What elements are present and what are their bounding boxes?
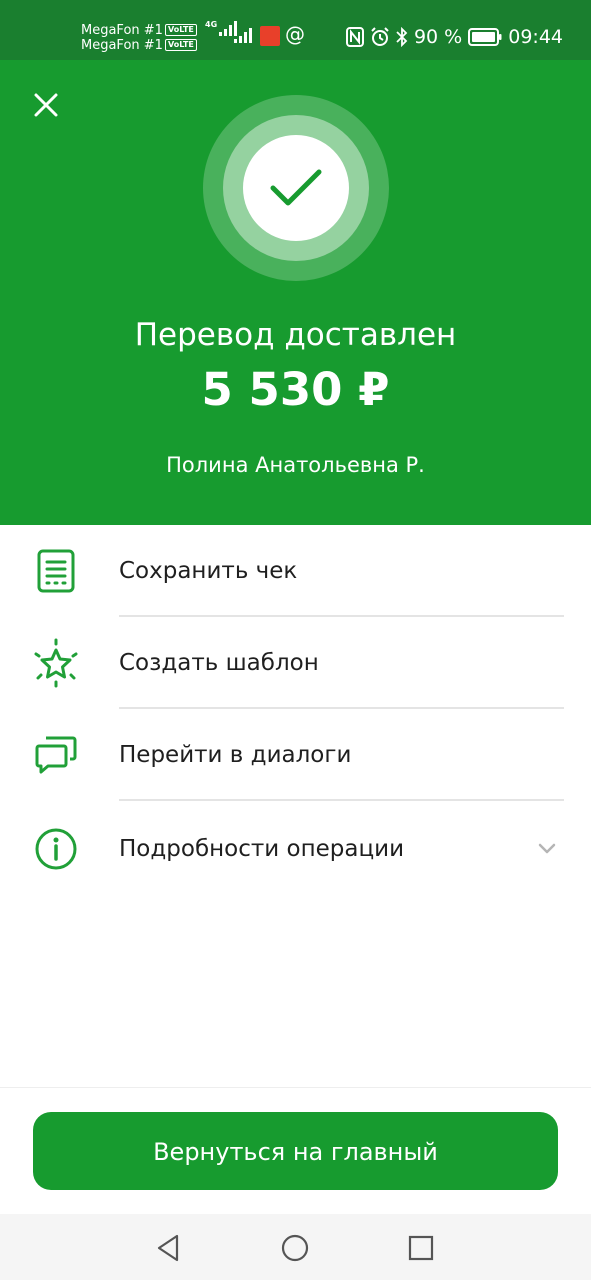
carrier-label-1: MegaFon #1 VoLTE 4G xyxy=(81,19,239,39)
save-receipt-action[interactable]: Сохранить чек xyxy=(0,525,591,617)
system-navigation-bar xyxy=(0,1214,591,1280)
action-label: Подробности операции xyxy=(119,836,405,862)
nfc-icon xyxy=(345,27,364,47)
bluetooth-icon xyxy=(396,27,408,47)
clock: 09:44 xyxy=(508,26,563,48)
recipient-name: Полина Анатольевна Р. xyxy=(166,453,425,477)
operation-details-action[interactable]: Подробности операции xyxy=(0,803,591,895)
transfer-amount: 5 530 ₽ xyxy=(201,363,390,416)
svg-text:4G: 4G xyxy=(205,20,217,29)
action-label: Сохранить чек xyxy=(119,558,298,584)
carrier-name: MegaFon #1 xyxy=(81,23,163,38)
chevron-down-icon[interactable] xyxy=(537,839,557,859)
action-label: Перейти в диалоги xyxy=(119,742,352,768)
success-header: Перевод доставлен 5 530 ₽ Полина Анатоль… xyxy=(0,60,591,525)
carrier-name: MegaFon #1 xyxy=(81,38,163,53)
volte-badge: VoLTE xyxy=(164,24,197,36)
app-notification-icon xyxy=(260,26,280,46)
carrier-label-2: MegaFon #1 VoLTE xyxy=(81,38,197,54)
at-icon: @ xyxy=(285,22,305,46)
create-template-action[interactable]: Создать шаблон xyxy=(0,617,591,709)
battery-percent: 90 % xyxy=(413,26,463,48)
receipt-icon xyxy=(31,546,81,596)
success-badge xyxy=(203,95,389,281)
bottom-separator xyxy=(0,1087,591,1088)
back-to-main-button[interactable]: Вернуться на главный xyxy=(33,1112,558,1190)
signal-icon-2 xyxy=(234,28,252,43)
volte-badge: VoLTE xyxy=(164,39,197,51)
alarm-icon xyxy=(371,27,389,46)
success-badge-ring xyxy=(223,115,369,261)
info-icon xyxy=(31,824,81,874)
divider xyxy=(119,799,564,801)
success-badge-core xyxy=(243,135,349,241)
home-nav-icon[interactable] xyxy=(279,1232,311,1264)
transfer-status-title: Перевод доставлен xyxy=(134,317,457,353)
status-right: 90 % 09:44 xyxy=(345,24,563,50)
back-nav-icon[interactable] xyxy=(153,1232,185,1264)
chat-bubbles-icon xyxy=(31,730,81,780)
recents-nav-icon[interactable] xyxy=(405,1232,437,1264)
go-to-dialogs-action[interactable]: Перейти в диалоги xyxy=(0,709,591,801)
battery-icon xyxy=(468,28,502,46)
action-label: Создать шаблон xyxy=(119,650,319,676)
checkmark-icon xyxy=(270,169,322,206)
close-icon xyxy=(34,93,58,117)
close-button[interactable] xyxy=(31,90,61,120)
status-bar: MegaFon #1 VoLTE 4G MegaFon #1 VoLTE @ 9… xyxy=(0,0,591,60)
star-sparkle-icon xyxy=(31,638,81,688)
